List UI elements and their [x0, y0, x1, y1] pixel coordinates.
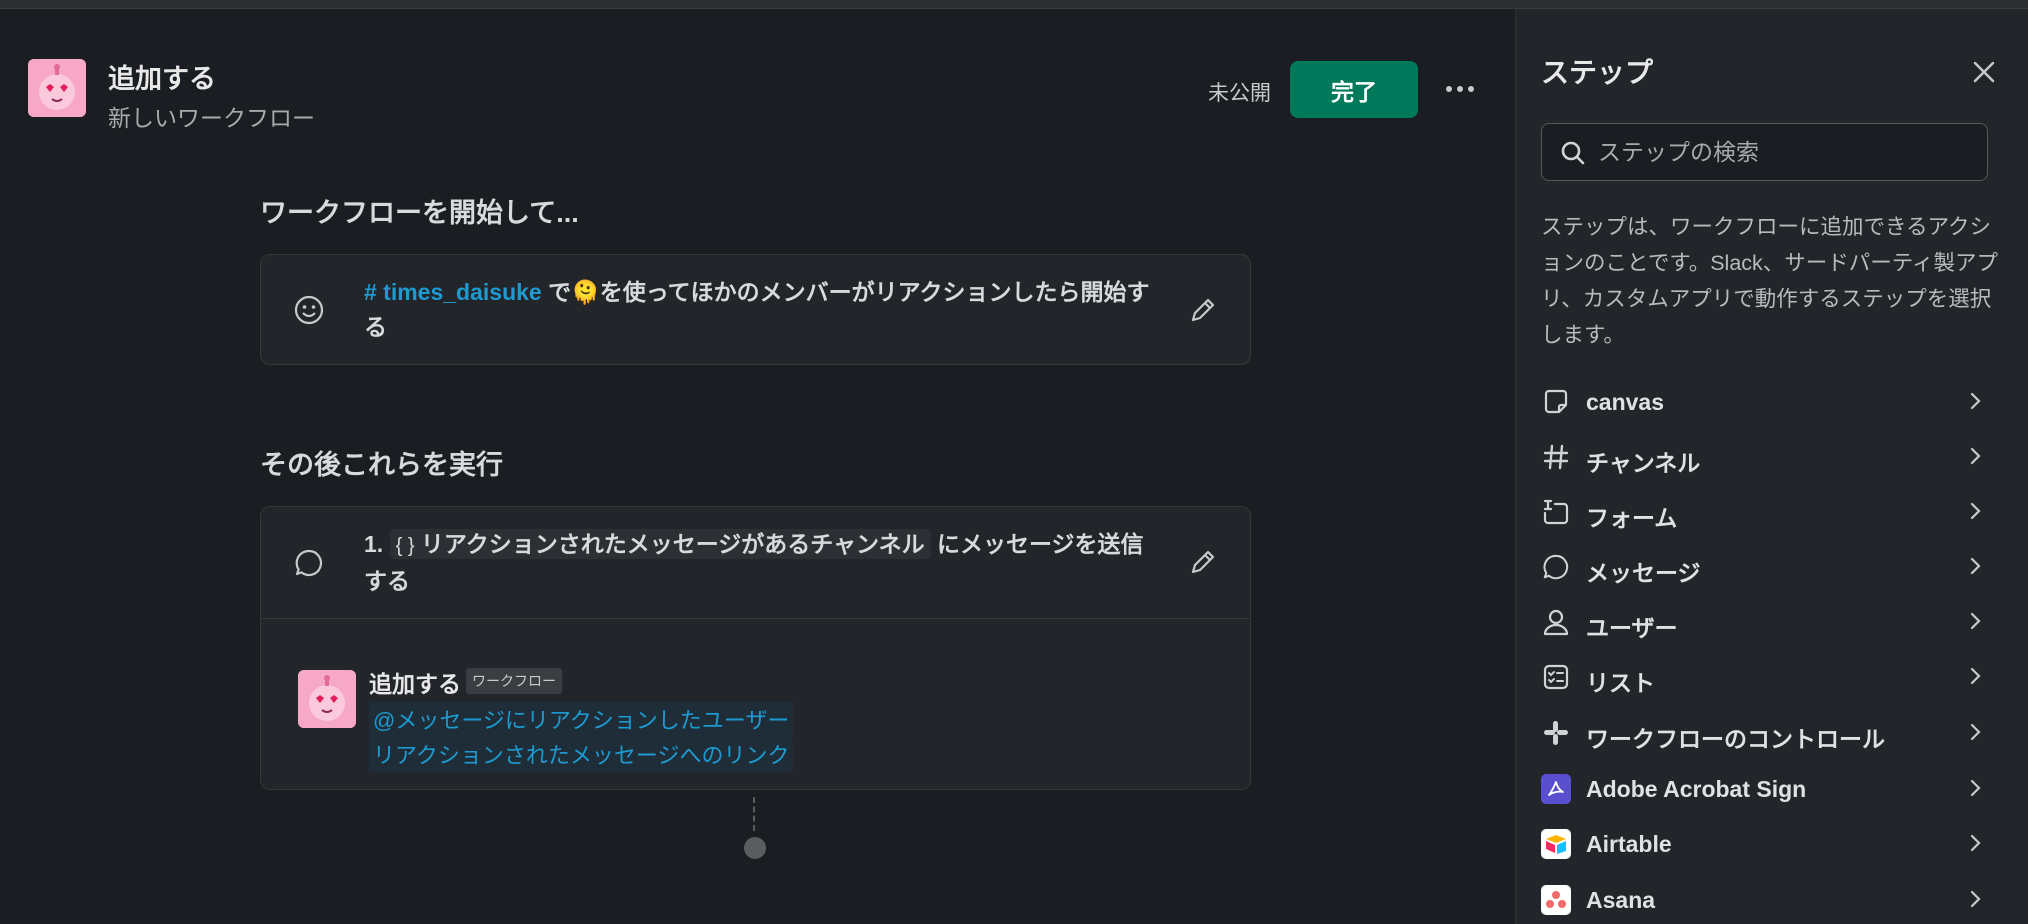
- variable-name: リアクションされたメッセージがあるチャンネル: [420, 531, 925, 557]
- step-item-message[interactable]: メッセージ: [1516, 544, 2028, 596]
- step-item-label: Asana: [1586, 887, 1656, 913]
- done-button[interactable]: 完了: [1290, 61, 1418, 118]
- adobe-acrobat-sign-logo-icon: [1541, 774, 1571, 804]
- step-card-send-message[interactable]: 1. { } リアクションされたメッセージがあるチャンネル にメッセージを送信す…: [260, 506, 1251, 790]
- slack-logo-icon: [1541, 718, 1571, 748]
- step-item-workflow-control[interactable]: ワークフローのコントロール: [1516, 710, 2028, 762]
- step-item-label: Airtable: [1586, 831, 1672, 857]
- panel-description: ステップは、ワークフローに追加できるアクションのことです。Slack、サードパー…: [1541, 215, 1998, 347]
- step-item-label: Adobe Acrobat Sign: [1586, 776, 1807, 802]
- search-icon: [1561, 141, 1585, 165]
- step-description: 1. { } リアクションされたメッセージがあるチャンネル にメッセージを送信す…: [364, 527, 1164, 599]
- form-icon: [1541, 497, 1571, 527]
- reaction-emoji: 🫠: [571, 279, 600, 305]
- chevron-right-icon: [1966, 720, 1986, 744]
- chevron-right-icon: [1966, 444, 1986, 468]
- step-item-label: フォーム: [1586, 505, 1678, 531]
- step-item-airtable[interactable]: Airtable: [1516, 821, 2028, 873]
- step-item-label: canvas: [1586, 389, 1665, 415]
- emoji-reaction-icon: [291, 292, 327, 328]
- step-item-label: メッセージ: [1586, 560, 1701, 586]
- workflow-editor: 追加する 新しいワークフロー 未公開 完了 ワークフローを開始して... # t…: [0, 9, 1515, 924]
- step-divider: [261, 618, 1250, 619]
- chevron-right-icon: [1966, 887, 1986, 911]
- publish-status: 未公開: [1208, 82, 1271, 105]
- list-icon: [1541, 662, 1571, 692]
- step-connector: [753, 797, 755, 831]
- chevron-right-icon: [1966, 609, 1986, 633]
- variable-token[interactable]: { } リアクションされたメッセージがあるチャンネル: [389, 529, 931, 559]
- chevron-right-icon: [1966, 389, 1986, 413]
- step-item-adobe-acrobat-sign[interactable]: Adobe Acrobat Sign: [1516, 766, 2028, 818]
- message-sender-name: 追加する: [369, 671, 461, 697]
- step-item-label: チャンネル: [1586, 450, 1701, 476]
- step-item-label: ユーザー: [1586, 615, 1678, 641]
- trigger-description: # times_daisuke で🫠を使ってほかのメンバーがリアクションしたら開…: [364, 275, 1164, 345]
- step-item-form[interactable]: フォーム: [1516, 489, 2028, 541]
- workflow-avatar: [28, 59, 86, 117]
- trigger-card[interactable]: # times_daisuke で🫠を使ってほかのメンバーがリアクションしたら開…: [260, 254, 1251, 365]
- hash-icon: [1541, 442, 1571, 472]
- user-mention-token[interactable]: @メッセージにリアクションしたユーザー: [369, 701, 794, 737]
- message-sender-avatar: [298, 670, 356, 728]
- step-number: 1.: [364, 531, 384, 557]
- close-icon[interactable]: [1966, 54, 2002, 90]
- chevron-right-icon: [1966, 499, 1986, 523]
- chevron-right-icon: [1966, 554, 1986, 578]
- steps-section-title: その後これらを実行: [260, 450, 503, 480]
- more-options-icon[interactable]: [1440, 71, 1480, 107]
- user-icon: [1541, 607, 1571, 637]
- message-link-token[interactable]: リアクションされたメッセージへのリンク: [369, 736, 794, 772]
- airtable-logo-icon: [1541, 829, 1571, 859]
- step-item-asana[interactable]: Asana: [1516, 877, 2028, 924]
- step-item-label: リスト: [1586, 670, 1655, 696]
- step-item-list[interactable]: リスト: [1516, 654, 2028, 706]
- chevron-right-icon: [1966, 664, 1986, 688]
- add-step-dot[interactable]: [744, 837, 766, 859]
- step-item-channel[interactable]: チャンネル: [1516, 434, 2028, 486]
- edit-step-pencil-icon[interactable]: [1186, 545, 1220, 579]
- chevron-right-icon: [1966, 831, 1986, 855]
- step-item-canvas[interactable]: canvas: [1516, 379, 2028, 431]
- trigger-channel-link[interactable]: # times_daisuke: [364, 279, 542, 305]
- edit-trigger-pencil-icon[interactable]: [1186, 293, 1220, 327]
- step-item-label: ワークフローのコントロール: [1586, 726, 1885, 752]
- message-bubble-icon: [291, 545, 327, 581]
- trigger-text-prefix: で: [541, 279, 572, 305]
- workflow-badge: ワークフロー: [466, 668, 562, 694]
- variable-braces-icon: { }: [395, 535, 415, 557]
- step-search[interactable]: [1541, 123, 1988, 181]
- trigger-section-title: ワークフローを開始して...: [260, 198, 579, 228]
- workflow-title[interactable]: 追加する: [108, 57, 216, 96]
- message-icon: [1541, 552, 1571, 582]
- canvas-icon: [1541, 387, 1571, 417]
- asana-logo-icon: [1541, 885, 1571, 915]
- search-input[interactable]: [1598, 124, 1978, 180]
- chevron-right-icon: [1966, 776, 1986, 800]
- workflow-subtitle: 新しいワークフロー: [108, 105, 315, 131]
- steps-panel: ステップ ステップは、ワークフローに追加できるアクションのことです。Slack、…: [1515, 9, 2028, 924]
- step-item-user[interactable]: ユーザー: [1516, 599, 2028, 651]
- panel-title: ステップ: [1541, 57, 1654, 88]
- window-top-bar: [0, 0, 2028, 9]
